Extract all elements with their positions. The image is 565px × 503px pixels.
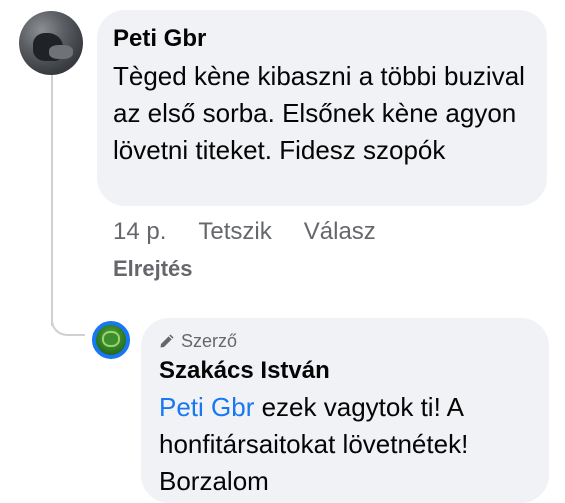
avatar[interactable] (19, 11, 83, 75)
author-badge-label: Szerző (181, 331, 238, 351)
reply-bubble: Szerző Szakács István Peti Gbr ezek vagy… (141, 318, 549, 503)
avatar-figure-detail (49, 45, 73, 59)
thread-connector-line (51, 74, 53, 326)
hide-replies-link[interactable]: Elrejtés (113, 253, 193, 285)
comment-thread: Peti Gbr Tèged kène kibaszni a többi buz… (0, 0, 565, 503)
reply-avatar[interactable] (92, 321, 130, 359)
comment-text: Tèged kène kibaszni a többi buzival az e… (113, 61, 525, 165)
comment-actions: 14 p. Tetszik Válasz (113, 216, 376, 248)
like-button[interactable]: Tetszik (198, 216, 271, 248)
comment-author[interactable]: Peti Gbr (113, 24, 529, 54)
reply-author[interactable]: Szakács István (159, 356, 531, 386)
reply-button[interactable]: Válasz (304, 216, 376, 248)
pencil-icon (160, 334, 174, 348)
reply-text: Peti Gbr ezek vagytok ti! A honfitársait… (159, 389, 531, 500)
mention-link[interactable]: Peti Gbr (159, 392, 254, 422)
comment-timestamp[interactable]: 14 p. (113, 216, 166, 248)
reply-avatar-detail (102, 331, 120, 347)
comment-bubble: Peti Gbr Tèged kène kibaszni a többi buz… (97, 10, 547, 206)
author-badge: Szerző (159, 330, 531, 352)
thread-connector-curve (51, 306, 85, 336)
